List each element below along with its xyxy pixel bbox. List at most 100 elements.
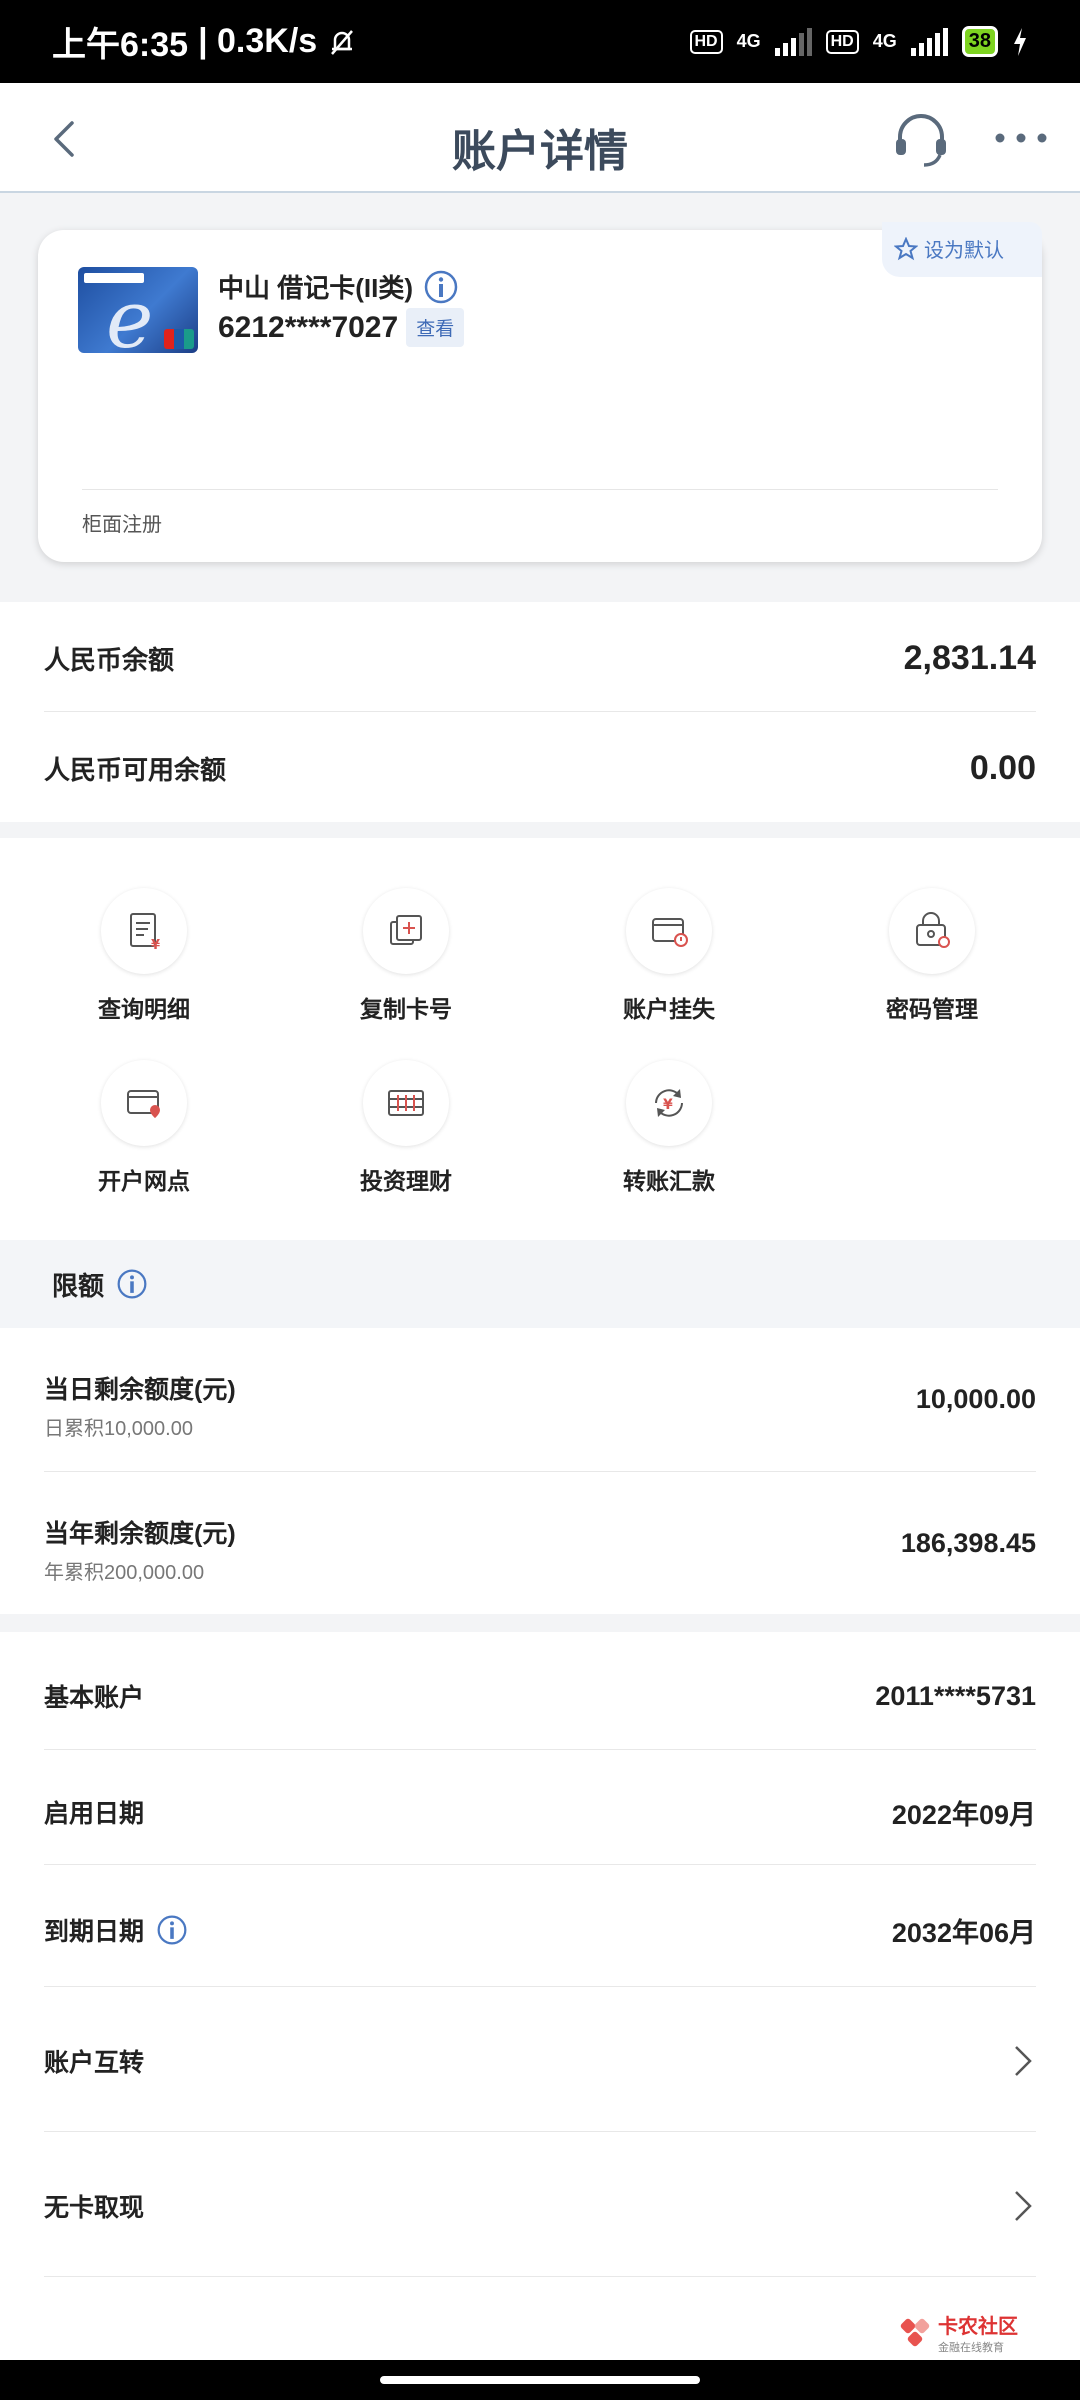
expiry-date-label: 到期日期: [44, 1918, 145, 1946]
account-transfer-row[interactable]: 账户互转: [44, 2036, 1036, 2086]
more-icon[interactable]: [990, 113, 1052, 163]
basic-account-label: 基本账户: [44, 1684, 145, 1712]
chevron-right-icon: [1015, 2191, 1032, 2221]
network-label: 4G: [736, 31, 761, 51]
watermark-logo-icon: [900, 2318, 930, 2346]
status-speed: | 0.3K/s: [198, 22, 318, 60]
available-balance-label: 人民币可用余额: [44, 754, 227, 785]
limit-title: 限额: [52, 1270, 105, 1301]
basic-account-value: 2011****5731: [875, 1680, 1036, 1711]
copy-card-number-button[interactable]: 复制卡号: [306, 888, 506, 1024]
daily-limit-value: 10,000.00: [915, 1384, 1036, 1414]
daily-limit-row: 当日剩余额度(元) 日累积10,000.00 10,000.00: [44, 1370, 1036, 1441]
status-right: HD 4G HD 4G 38: [689, 26, 1029, 57]
expiry-date-value: 2032年06月: [891, 1917, 1036, 1948]
divider: [44, 711, 1036, 712]
action-label: 投资理财: [360, 1168, 452, 1194]
available-balance-row: 人民币可用余额 0.00: [44, 744, 1036, 792]
start-date-row: 启用日期 2022年09月: [44, 1792, 1036, 1832]
view-card-number-button[interactable]: 查看: [406, 308, 465, 347]
svg-text:¥: ¥: [151, 938, 160, 953]
transfer-icon: ¥: [626, 1060, 712, 1146]
card-registration: 柜面注册: [82, 514, 162, 536]
divider: [82, 489, 998, 490]
action-label: 开户网点: [98, 1168, 190, 1194]
svg-text:¥: ¥: [663, 1097, 673, 1113]
set-default-label: 设为默认: [924, 240, 1004, 262]
watermark-text: 卡农社区 金融在线教育: [938, 2310, 1018, 2355]
battery-icon: 38: [961, 26, 998, 57]
divider: [44, 1749, 1036, 1750]
statement-icon: ¥: [101, 888, 187, 974]
action-label: 账户挂失: [623, 996, 715, 1022]
status-left: 上午6:35 | 0.3K/s: [52, 17, 357, 66]
copy-card-icon: [363, 888, 449, 974]
yearly-limit-value: 186,398.45: [900, 1528, 1036, 1558]
daily-limit-sub: 日累积10,000.00: [44, 1418, 193, 1440]
info-icon[interactable]: [423, 269, 459, 305]
start-date-value: 2022年09月: [891, 1799, 1036, 1830]
action-label: 转账汇款: [623, 1168, 715, 1194]
password-icon: [889, 888, 975, 974]
hd-badge: HD: [825, 29, 859, 54]
report-loss-button[interactable]: 账户挂失: [569, 888, 769, 1024]
balance-section: 人民币余额 2,831.14 人民币可用余额 0.00: [0, 602, 1080, 822]
app-header: 账户详情: [0, 83, 1080, 193]
divider: [44, 2276, 1036, 2277]
action-label: 查询明细: [98, 996, 190, 1022]
action-label: 密码管理: [886, 996, 978, 1022]
signal-icon: [774, 27, 812, 56]
cardless-withdrawal-label: 无卡取现: [44, 2194, 145, 2222]
branch-location-button[interactable]: 开户网点: [44, 1060, 244, 1196]
chevron-right-icon: [1015, 2046, 1032, 2076]
transfer-button[interactable]: ¥ 转账汇款: [569, 1060, 769, 1196]
card-name: 中山 借记卡(II类): [218, 268, 459, 305]
watermark-sub: 金融在线教育: [938, 2342, 1004, 2354]
divider: [44, 1864, 1036, 1865]
card-e-mark: e: [106, 273, 154, 353]
action-label: 复制卡号: [360, 996, 452, 1022]
watermark-name: 卡农社区: [938, 2316, 1018, 2338]
rmb-balance-value: 2,831.14: [903, 638, 1036, 677]
charging-icon: [1014, 27, 1026, 56]
limit-section: 当日剩余额度(元) 日累积10,000.00 10,000.00 当年剩余额度(…: [0, 1328, 1080, 1614]
status-time: 上午6:35: [52, 26, 189, 64]
action-grid: ¥ 查询明细 复制卡号 账户挂失 密码管理 开户网点 投资理财 ¥ 转账汇款: [0, 838, 1080, 1240]
cardless-withdrawal-row[interactable]: 无卡取现: [44, 2181, 1036, 2231]
hd-badge: HD: [689, 29, 723, 54]
system-nav-bar: [0, 2360, 1080, 2400]
password-management-button[interactable]: 密码管理: [832, 888, 1032, 1024]
available-balance-value: 0.00: [969, 748, 1036, 787]
card-number-text: 6212****7027: [218, 310, 399, 344]
report-loss-icon: [626, 888, 712, 974]
info-icon[interactable]: [116, 1268, 148, 1300]
mute-bell-icon: [331, 29, 354, 55]
branch-location-icon: [101, 1060, 187, 1146]
network-label: 4G: [872, 31, 897, 51]
basic-account-row: 基本账户 2011****5731: [44, 1676, 1036, 1716]
query-statement-button[interactable]: ¥ 查询明细: [44, 888, 244, 1024]
set-default-button[interactable]: 设为默认: [882, 222, 1042, 277]
start-date-label: 启用日期: [44, 1800, 145, 1828]
divider: [44, 1471, 1036, 1472]
account-transfer-label: 账户互转: [44, 2049, 145, 2077]
card-name-text: 中山 借记卡(II类): [218, 273, 413, 303]
rmb-balance-label: 人民币余额: [44, 644, 175, 675]
card-number: 6212****7027 查看: [218, 308, 465, 347]
yearly-limit-sub: 年累积200,000.00: [44, 1562, 205, 1584]
investment-icon: [363, 1060, 449, 1146]
status-bar: 上午6:35 | 0.3K/s HD 4G HD 4G 38: [0, 0, 1080, 83]
expiry-date-row: 到期日期 2032年06月: [44, 1908, 1036, 1952]
home-gesture-bar[interactable]: [380, 2376, 700, 2384]
bank-card: 设为默认 e 中山 借记卡(II类) 6212****7027 查看 柜面注册: [38, 222, 1042, 562]
watermark: 卡农社区 金融在线教育: [898, 2310, 1018, 2355]
rmb-balance-row: 人民币余额 2,831.14: [44, 634, 1036, 682]
card-image: e: [78, 267, 198, 353]
yearly-limit-row: 当年剩余额度(元) 年累积200,000.00 186,398.45: [44, 1514, 1036, 1585]
expiry-date-label-group: 到期日期: [44, 1912, 188, 1948]
limit-section-header: 限额: [0, 1240, 1080, 1328]
investment-button[interactable]: 投资理财: [306, 1060, 506, 1196]
info-icon[interactable]: [156, 1914, 188, 1946]
customer-service-icon[interactable]: [890, 109, 952, 171]
divider: [44, 1986, 1036, 1987]
